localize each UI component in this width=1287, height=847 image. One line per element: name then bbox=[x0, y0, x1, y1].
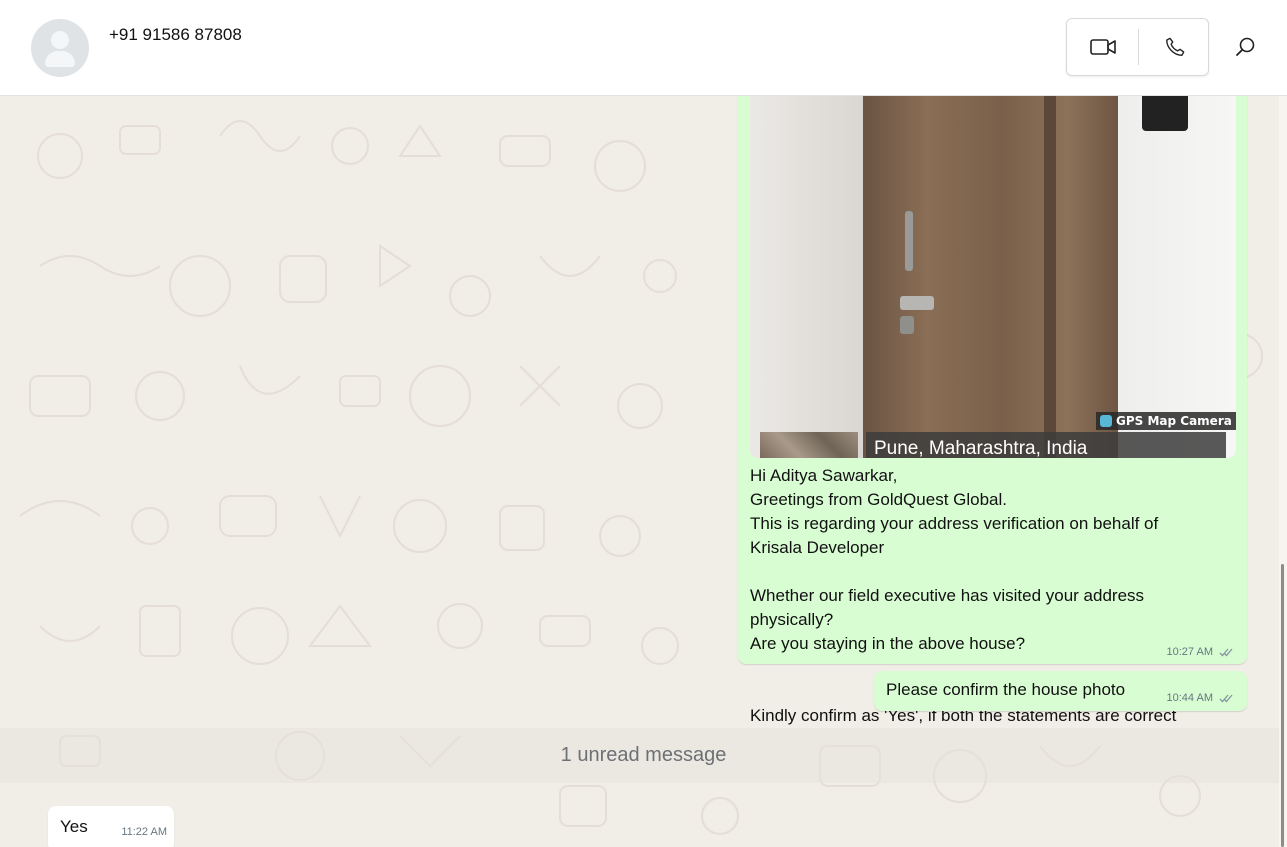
photo-door-lock bbox=[900, 296, 934, 310]
double-check-icon bbox=[1219, 648, 1233, 657]
avatar-shoulders-shape bbox=[45, 51, 75, 67]
double-check-icon bbox=[1219, 694, 1233, 703]
scrollbar-thumb[interactable] bbox=[1281, 564, 1284, 847]
voice-call-button[interactable] bbox=[1139, 19, 1210, 75]
message-photo[interactable]: GPS Map Camera Pune, Maharashtra, India bbox=[750, 96, 1236, 458]
call-button-group bbox=[1066, 18, 1209, 76]
gps-badge-label: GPS Map Camera bbox=[1116, 414, 1232, 428]
unread-divider: 1 unread message bbox=[0, 728, 1279, 783]
photo-wall-device bbox=[1142, 96, 1188, 131]
unread-divider-label: 1 unread message bbox=[560, 744, 727, 766]
message-time: 10:44 AM bbox=[1166, 692, 1213, 704]
photo-wall-right bbox=[1118, 96, 1236, 458]
message-text: Yes bbox=[60, 817, 88, 836]
message-time: 10:27 AM bbox=[1166, 646, 1213, 658]
message-meta: 11:22 AM bbox=[121, 826, 167, 838]
photo-location-caption: Pune, Maharashtra, India bbox=[866, 432, 1226, 458]
message-bubble-outgoing[interactable]: GPS Map Camera Pune, Maharashtra, India … bbox=[738, 96, 1247, 725]
message-meta: 10:27 AM bbox=[1167, 646, 1233, 658]
search-button[interactable] bbox=[1230, 31, 1262, 63]
contact-name[interactable]: +91 91586 87808 bbox=[109, 25, 242, 45]
avatar-head-shape bbox=[51, 31, 69, 49]
chat-header: +91 91586 87808 bbox=[0, 0, 1287, 96]
search-icon bbox=[1236, 37, 1255, 56]
gps-map-camera-badge: GPS Map Camera bbox=[1096, 412, 1236, 430]
photo-door bbox=[863, 96, 1118, 458]
contact-avatar[interactable] bbox=[31, 19, 89, 77]
photo-door-handle bbox=[905, 211, 913, 271]
phone-icon bbox=[1165, 37, 1184, 56]
photo-wall-left bbox=[750, 96, 863, 458]
chat-area[interactable]: GPS Map Camera Pune, Maharashtra, India … bbox=[0, 96, 1279, 847]
message-text: Please confirm the house photo bbox=[886, 680, 1126, 699]
message-bubble-incoming[interactable]: Yes 11:22 AM bbox=[48, 806, 174, 847]
photo-map-thumbnail bbox=[760, 432, 858, 458]
photo-door-frame bbox=[1044, 96, 1056, 458]
video-camera-icon bbox=[1089, 39, 1116, 55]
photo-door-lock-body bbox=[900, 316, 914, 334]
video-call-button[interactable] bbox=[1067, 19, 1138, 75]
chat-scrollbar[interactable] bbox=[1279, 96, 1287, 847]
message-time: 11:22 AM bbox=[121, 826, 167, 838]
gps-camera-icon bbox=[1100, 415, 1112, 427]
message-bubble-outgoing[interactable]: Please confirm the house photo 10:44 AM bbox=[874, 671, 1247, 711]
message-meta: 10:44 AM bbox=[1167, 692, 1233, 704]
